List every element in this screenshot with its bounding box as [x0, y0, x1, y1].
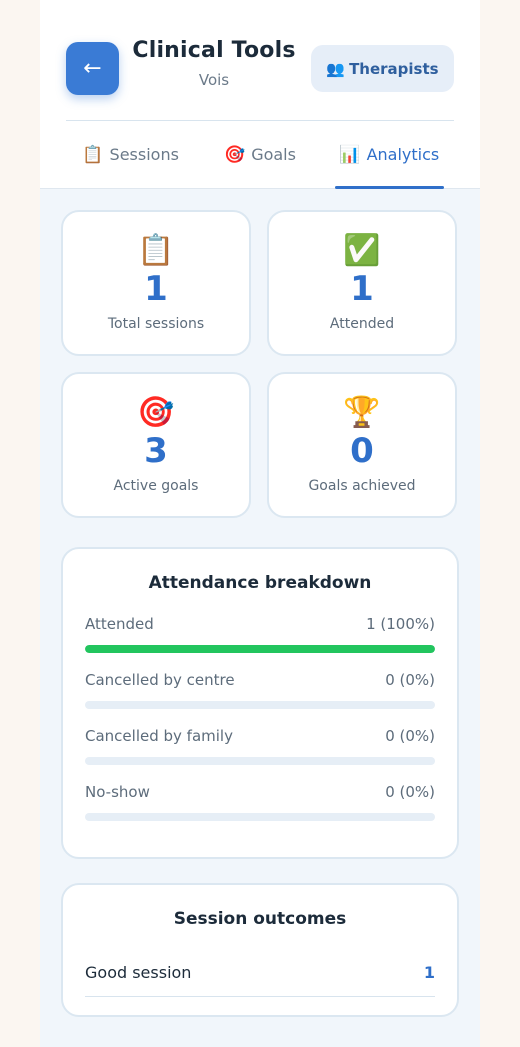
tab-analytics[interactable]: 📊 Analytics [325, 121, 454, 189]
attendance-item-cancelled-centre: Cancelled by centre 0 (0%) [85, 671, 435, 709]
progress-track [85, 645, 435, 653]
attendance-title: Attendance breakdown [148, 573, 372, 593]
attendance-label: Cancelled by family [85, 727, 233, 745]
attendance-label: No-show [85, 783, 150, 801]
attendance-item-no-show: No-show 0 (0%) [85, 783, 435, 821]
target-icon: 🎯 [224, 144, 246, 165]
attendance-label: Attended [85, 615, 154, 633]
page-subtitle: Vois [198, 71, 230, 89]
bar-chart-icon: 📊 [339, 144, 361, 165]
stat-value: 1 [350, 269, 374, 309]
arrow-left-icon: ← [83, 56, 102, 81]
outcome-label: Good session [85, 963, 192, 982]
attendance-value: 0 (0%) [385, 783, 435, 801]
tab-goals[interactable]: 🎯 Goals [195, 121, 324, 188]
attendance-value: 0 (0%) [385, 671, 435, 689]
stat-label: Attended [329, 316, 395, 332]
people-icon: 👥 [326, 59, 346, 78]
attendance-value: 0 (0%) [385, 727, 435, 745]
outcomes-card: Session outcomes Good session 1 [61, 883, 459, 1017]
stat-value: 3 [144, 431, 168, 471]
progress-fill [85, 645, 435, 653]
stat-label: Goals achieved [308, 478, 416, 494]
attendance-label: Cancelled by centre [85, 671, 235, 689]
stat-label: Active goals [113, 478, 199, 494]
stat-value: 0 [350, 431, 374, 471]
stat-value: 1 [144, 269, 168, 309]
attendance-value: 1 (100%) [366, 615, 435, 633]
stat-card-attended: ✅ 1 Attended [267, 210, 457, 356]
therapists-label: Therapists [349, 59, 439, 78]
stat-label: Total sessions [107, 316, 205, 332]
tab-label: Goals [251, 145, 296, 164]
tab-label: Sessions [109, 145, 179, 164]
tab-bar: 📋 Sessions 🎯 Goals 📊 Analytics [66, 121, 454, 189]
app-screen: ← Clinical Tools Vois 👥 Therapists 📋 Ses… [40, 0, 480, 1047]
attendance-item-cancelled-family: Cancelled by family 0 (0%) [85, 727, 435, 765]
back-button[interactable]: ← [66, 42, 119, 95]
attendance-item-attended: Attended 1 (100%) [85, 615, 435, 653]
clipboard-icon: 📋 [137, 233, 175, 268]
page-title: Clinical Tools [132, 38, 296, 63]
outcomes-title: Session outcomes [173, 909, 347, 929]
stat-card-total-sessions: 📋 1 Total sessions [61, 210, 251, 356]
tab-label: Analytics [366, 145, 440, 164]
progress-track [85, 813, 435, 821]
stats-grid: 📋 1 Total sessions ✅ 1 Attended 🎯 3 Acti… [61, 210, 459, 534]
header-title-group: Clinical Tools Vois [130, 38, 298, 89]
top-bar: ← Clinical Tools Vois 👥 Therapists 📋 Ses… [40, 0, 480, 189]
tab-sessions[interactable]: 📋 Sessions [66, 121, 195, 188]
target-icon: 🎯 [137, 395, 175, 430]
clipboard-icon: 📋 [82, 144, 104, 165]
therapists-button[interactable]: 👥 Therapists [311, 45, 454, 92]
trophy-icon: 🏆 [343, 395, 381, 430]
stat-card-goals-achieved: 🏆 0 Goals achieved [267, 372, 457, 518]
progress-track [85, 757, 435, 765]
attendance-card: Attendance breakdown Attended 1 (100%) C… [61, 547, 459, 859]
stat-card-active-goals: 🎯 3 Active goals [61, 372, 251, 518]
progress-track [85, 701, 435, 709]
outcome-count: 1 [423, 963, 435, 982]
check-mark-icon: ✅ [343, 233, 381, 268]
outcome-row: Good session 1 [85, 951, 435, 997]
